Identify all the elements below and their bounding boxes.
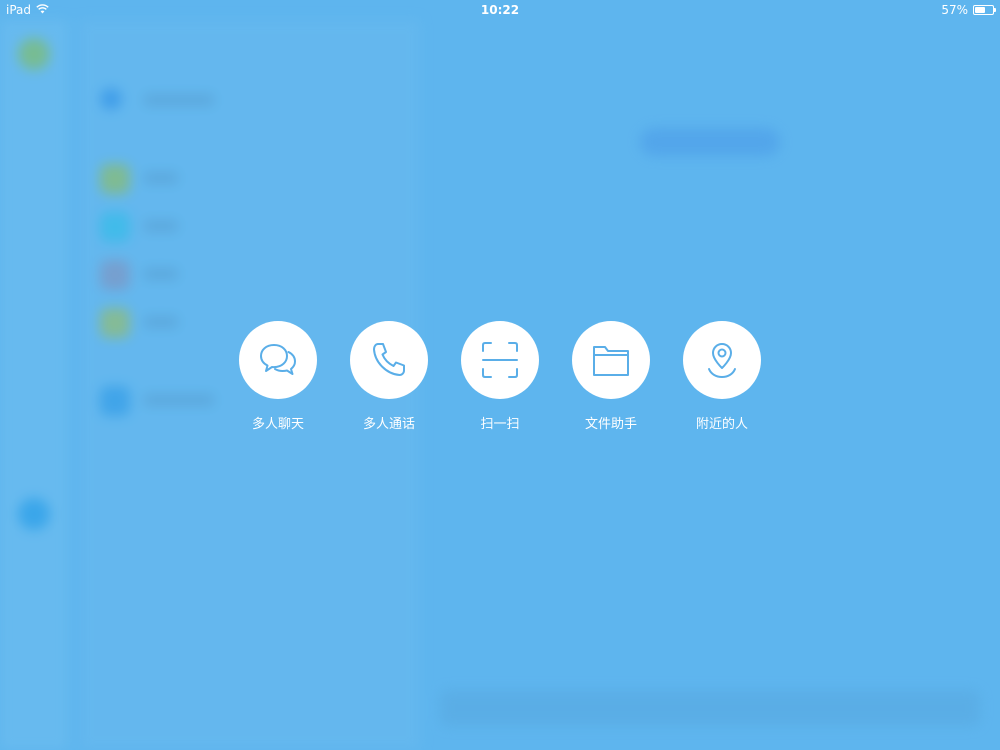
group-chat-button[interactable]: 多人聊天 (239, 321, 317, 432)
group-call-label: 多人通话 (362, 417, 415, 432)
location-pin-icon (708, 343, 736, 379)
nearby-people-button[interactable]: 附近的人 (683, 321, 761, 432)
background-row-icon (100, 260, 130, 290)
action-circle[interactable] (461, 321, 539, 399)
background-search-dot (100, 88, 122, 110)
phone-icon (373, 343, 405, 376)
scan-button[interactable]: 扫一扫 (461, 321, 539, 432)
action-circle[interactable] (572, 321, 650, 399)
battery-fill (975, 7, 985, 13)
scan-icon (482, 342, 518, 378)
folder-icon (593, 346, 629, 376)
background-row-text (144, 268, 178, 280)
background-pill (640, 128, 780, 156)
quick-action-menu: 多人聊天 多人通话 扫一扫 文件助手 附近的人 (0, 321, 1000, 432)
scan-label: 扫一扫 (480, 417, 520, 432)
group-chat-label: 多人聊天 (251, 417, 304, 432)
status-time: 10:22 (480, 3, 520, 17)
status-right: 57% (941, 3, 996, 17)
status-bar: iPad 10:22 57% (0, 0, 1000, 20)
battery-icon (973, 5, 996, 15)
background-row-icon (100, 212, 130, 242)
nearby-people-label: 附近的人 (695, 417, 748, 432)
background-row-text (144, 172, 178, 184)
battery-percent: 57% (941, 3, 968, 17)
file-assistant-label: 文件助手 (584, 417, 637, 432)
background-sidebar-dot (18, 498, 50, 530)
background-input-bar (440, 690, 980, 726)
action-circle[interactable] (350, 321, 428, 399)
action-circle[interactable] (683, 321, 761, 399)
background-row-icon (100, 164, 130, 194)
chat-bubbles-icon (260, 344, 296, 375)
background-avatar (18, 38, 50, 70)
action-circle[interactable] (239, 321, 317, 399)
background-search-text (144, 94, 214, 106)
file-assistant-button[interactable]: 文件助手 (572, 321, 650, 432)
group-call-button[interactable]: 多人通话 (350, 321, 428, 432)
background-row-text (144, 220, 178, 232)
